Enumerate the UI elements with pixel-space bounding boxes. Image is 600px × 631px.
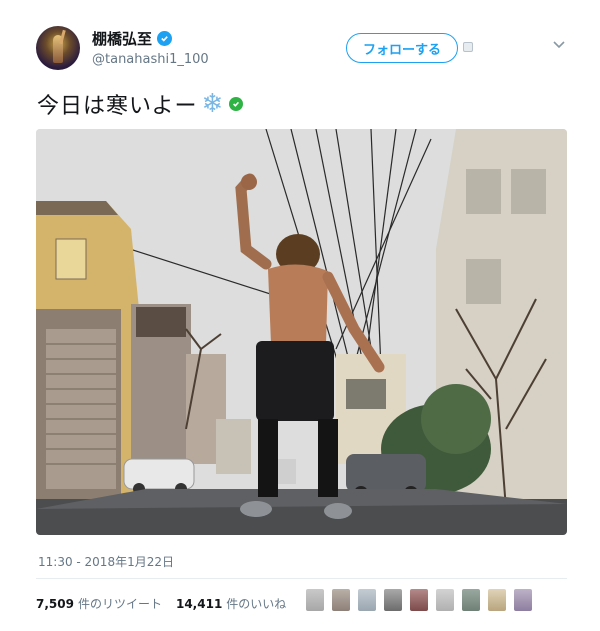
like-label[interactable]: 件のいいね	[226, 595, 286, 612]
name-row: 棚橋弘至	[92, 28, 173, 49]
chevron-down-icon[interactable]	[552, 40, 566, 50]
divider	[36, 578, 567, 579]
like-count[interactable]: 14,411	[176, 597, 222, 611]
tweet-stats: 7,509 件のリツイート 14,411 件のいいね	[36, 595, 296, 612]
liker-avatar[interactable]	[488, 589, 506, 611]
photo-scene	[36, 129, 567, 535]
follow-button[interactable]: フォローする	[346, 33, 458, 63]
tweet-card: 棚橋弘至 @tanahashi1_100 フォローする 今日は寒いよー ❄ 11…	[0, 0, 600, 631]
user-icon[interactable]	[463, 42, 473, 52]
liker-avatar[interactable]	[358, 589, 376, 611]
avatar-arm	[59, 29, 66, 45]
tweet-photo[interactable]	[36, 129, 567, 535]
tweet-timestamp[interactable]: 11:30 - 2018年1月22日	[38, 553, 174, 570]
avatar[interactable]	[36, 26, 80, 70]
liker-avatar[interactable]	[436, 589, 454, 611]
snowflake-icon: ❄	[201, 89, 224, 119]
verified-icon	[157, 31, 173, 46]
retweet-label[interactable]: 件のリツイート	[78, 595, 162, 612]
liker-avatar[interactable]	[306, 589, 324, 611]
liker-avatar[interactable]	[410, 589, 428, 611]
check-icon	[229, 97, 244, 111]
handle[interactable]: @tanahashi1_100	[92, 52, 209, 67]
liker-avatar[interactable]	[332, 589, 350, 611]
display-name[interactable]: 棚橋弘至	[92, 28, 152, 49]
likers-avatars	[306, 589, 532, 611]
tweet-text-label: 今日は寒いよー	[37, 94, 198, 119]
tweet-text: 今日は寒いよー ❄	[37, 88, 244, 120]
liker-avatar[interactable]	[514, 589, 532, 611]
liker-avatar[interactable]	[384, 589, 402, 611]
retweet-count[interactable]: 7,509	[36, 597, 74, 611]
liker-avatar[interactable]	[462, 589, 480, 611]
